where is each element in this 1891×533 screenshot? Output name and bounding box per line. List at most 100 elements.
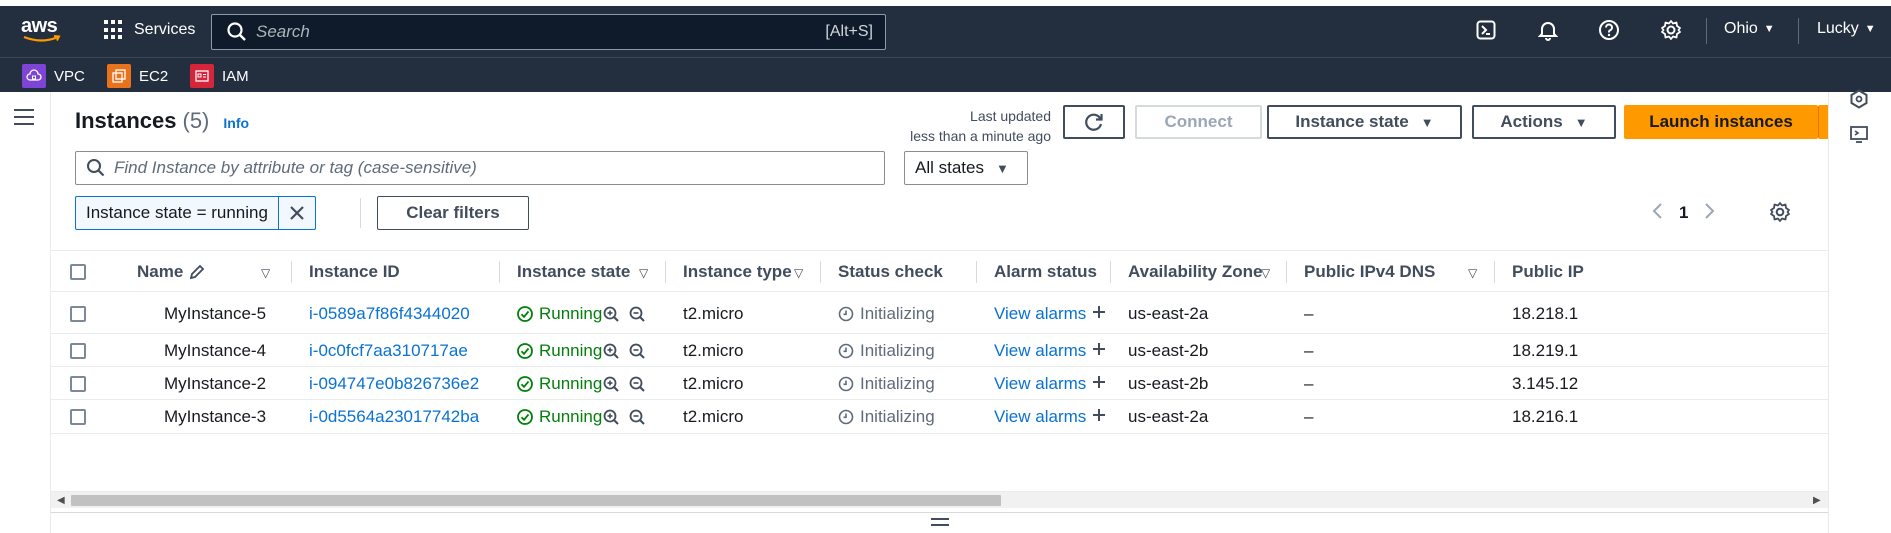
favorite-ec2[interactable]: EC2 <box>107 64 168 88</box>
sort-icon[interactable]: ▽ <box>1468 266 1477 280</box>
menu-icon[interactable] <box>14 109 34 125</box>
select-all-checkbox[interactable] <box>70 251 86 293</box>
notifications-button[interactable] <box>1536 17 1560 43</box>
column-resizer[interactable] <box>291 261 292 283</box>
row-checkbox[interactable] <box>70 367 86 400</box>
sort-icon[interactable]: ▽ <box>261 266 270 280</box>
view-alarms-link[interactable]: View alarms <box>994 304 1086 324</box>
table-preferences-button[interactable] <box>1769 201 1791 228</box>
row-checkbox[interactable] <box>70 434 86 440</box>
checkbox[interactable] <box>70 375 86 392</box>
table-row: MyInstance-2 i-094747e0b826736e2 Running t2… <box>51 367 1829 400</box>
column-resizer[interactable] <box>499 261 500 283</box>
horizontal-scrollbar[interactable]: ◀ ▶ <box>51 491 1829 508</box>
scroll-right-icon[interactable]: ▶ <box>1813 495 1821 506</box>
bell-icon <box>1538 22 1558 41</box>
column-resizer[interactable] <box>976 261 977 283</box>
services-menu[interactable]: Services <box>104 18 195 42</box>
column-header-instance-type[interactable]: Instance type <box>683 251 792 293</box>
sort-icon[interactable]: ▽ <box>794 266 803 280</box>
instance-id-link[interactable]: i-0589a7f86f4344020 <box>309 293 470 334</box>
aws-logo[interactable]: aws <box>20 14 62 44</box>
column-header-status-check[interactable]: Status check <box>838 251 943 293</box>
instance-filter[interactable] <box>75 151 885 185</box>
add-alarm-button[interactable] <box>1092 341 1106 361</box>
info-link[interactable]: Info <box>223 115 249 131</box>
previous-page-icon[interactable] <box>1651 202 1663 225</box>
launch-instances-button[interactable]: Launch instances <box>1624 105 1818 139</box>
region-selector[interactable]: Ohio ▼ <box>1724 20 1775 38</box>
zoom-in-button[interactable] <box>603 434 619 440</box>
column-header-public-ipv4-dns[interactable]: Public IPv4 DNS <box>1304 251 1435 293</box>
instance-id-link[interactable]: i-0c0fcf7aa310717ae <box>309 334 468 367</box>
column-header-label: Instance state <box>517 262 631 281</box>
clear-filters-button[interactable]: Clear filters <box>377 196 529 230</box>
column-header-name[interactable]: Name <box>137 251 205 293</box>
column-header-instance-state[interactable]: Instance state <box>517 251 630 293</box>
column-header-alarm-status[interactable]: Alarm status <box>994 251 1097 293</box>
last-updated-label: Last updated <box>970 108 1051 124</box>
favorite-vpc[interactable]: VPC <box>22 64 85 88</box>
zoom-out-button[interactable] <box>629 293 645 334</box>
column-header-label: Public IP <box>1512 262 1584 281</box>
row-checkbox[interactable] <box>70 334 86 367</box>
state-select[interactable]: All states ▼ <box>904 151 1028 185</box>
checkbox[interactable] <box>70 409 86 425</box>
cloudshell-button[interactable] <box>1474 17 1498 43</box>
global-search[interactable]: [Alt+S] <box>211 14 886 50</box>
row-checkbox[interactable] <box>70 293 86 334</box>
column-resizer[interactable] <box>1110 261 1111 283</box>
zoom-out-button[interactable] <box>629 334 645 367</box>
checkbox[interactable] <box>70 342 86 359</box>
zoom-out-button[interactable] <box>629 367 645 400</box>
settings-button[interactable] <box>1659 17 1683 43</box>
filter-input[interactable] <box>114 158 884 178</box>
help-button[interactable] <box>1597 17 1621 43</box>
ec2-global-view-button[interactable] <box>1849 89 1871 113</box>
actions-button[interactable]: Actions ▼ <box>1472 105 1616 139</box>
view-alarms-link[interactable]: View alarms <box>994 341 1086 361</box>
refresh-button[interactable] <box>1063 105 1125 139</box>
remove-filter-button[interactable] <box>279 197 315 229</box>
column-resizer[interactable] <box>1286 261 1287 283</box>
refresh-icon <box>1085 113 1103 131</box>
plus-icon <box>1093 305 1106 318</box>
instance-id-link[interactable]: i-094747e0b826736e2 <box>309 367 479 400</box>
scroll-left-icon[interactable]: ◀ <box>57 495 65 506</box>
row-checkbox[interactable] <box>70 400 86 434</box>
add-alarm-button[interactable] <box>1092 374 1106 394</box>
zoom-in-button[interactable] <box>603 367 619 400</box>
column-header-public-ip[interactable]: Public IP <box>1512 251 1584 293</box>
zoom-out-button[interactable] <box>629 400 645 434</box>
feedback-button[interactable] <box>1849 125 1871 147</box>
checkbox[interactable] <box>70 305 86 322</box>
zoom-in-button[interactable] <box>603 334 619 367</box>
view-alarms-link[interactable]: View alarms <box>994 407 1086 427</box>
resize-handle-icon[interactable] <box>931 518 949 526</box>
column-resizer[interactable] <box>1494 261 1495 283</box>
filter-token: Instance state = running <box>75 196 316 230</box>
pending-clock-icon <box>838 409 854 425</box>
next-page-icon[interactable] <box>1704 202 1716 225</box>
column-header-availability-zone[interactable]: Availability Zone <box>1128 251 1262 293</box>
connect-button[interactable]: Connect <box>1135 105 1262 139</box>
sort-icon[interactable]: ▽ <box>1261 266 1270 280</box>
account-menu[interactable]: Lucky ▼ <box>1817 20 1876 38</box>
column-resizer[interactable] <box>665 261 666 283</box>
favorite-iam[interactable]: IAM <box>190 64 249 88</box>
zoom-in-button[interactable] <box>603 400 619 434</box>
view-alarms-link[interactable]: View alarms <box>994 374 1086 394</box>
current-page[interactable]: 1 <box>1679 203 1688 223</box>
instance-state-button[interactable]: Instance state ▼ <box>1267 105 1462 139</box>
zoom-out-button[interactable] <box>629 434 645 440</box>
zoom-in-button[interactable] <box>603 293 619 334</box>
search-input[interactable] <box>256 15 826 49</box>
scrollbar-thumb[interactable] <box>71 495 1001 506</box>
sort-icon[interactable]: ▽ <box>639 266 648 280</box>
column-resizer[interactable] <box>820 261 821 283</box>
column-header-instance-id[interactable]: Instance ID <box>309 251 400 293</box>
instance-id-link[interactable]: i-0d5564a23017742ba <box>309 400 479 434</box>
instance-id-link[interactable]: i-0775ef0a56121da15 <box>309 434 474 440</box>
add-alarm-button[interactable] <box>1092 304 1106 324</box>
add-alarm-button[interactable] <box>1092 407 1106 427</box>
